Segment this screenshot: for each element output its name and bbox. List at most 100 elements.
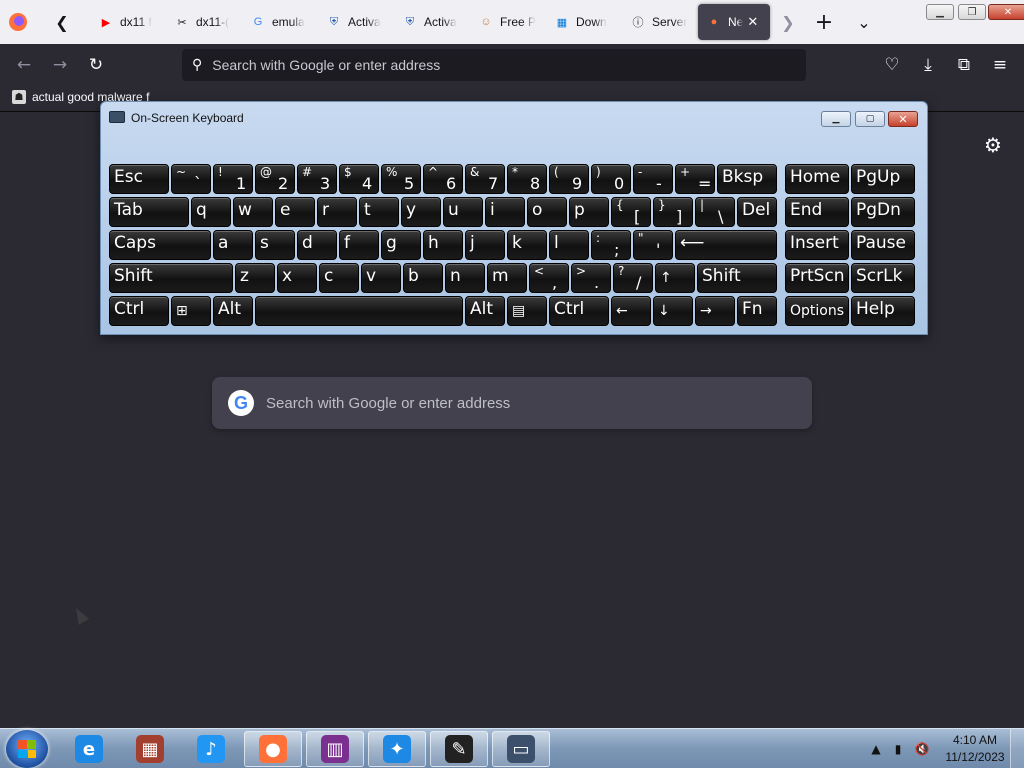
- downloads-icon[interactable]: ⤓: [914, 51, 942, 79]
- address-bar[interactable]: ⚲ Search with Google or enter address: [182, 49, 806, 81]
- browser-tab[interactable]: ● Ne ✕: [698, 4, 770, 40]
- key-8[interactable]: * 8: [507, 164, 547, 194]
- key-i[interactable]: i: [485, 197, 525, 227]
- restore-button[interactable]: ❐: [958, 4, 986, 20]
- browser-tab[interactable]: ⛨ Activa: [318, 4, 394, 40]
- key-pause[interactable]: Pause: [851, 230, 915, 260]
- browser-tab[interactable]: ⓘ Server: [622, 4, 698, 40]
- taskbar-media-library[interactable]: ▦: [121, 731, 179, 767]
- key-b[interactable]: b: [403, 263, 443, 293]
- list-all-tabs-icon[interactable]: ⌄: [850, 8, 878, 36]
- key-l[interactable]: l: [549, 230, 589, 260]
- key-'[interactable]: " ': [633, 230, 673, 260]
- browser-tab[interactable]: ☺ Free P: [470, 4, 546, 40]
- key-z[interactable]: z: [235, 263, 275, 293]
- key-1[interactable]: ! 1: [213, 164, 253, 194]
- key-scrlk[interactable]: ScrLk: [851, 263, 915, 293]
- key-space[interactable]: [255, 296, 463, 326]
- key-pgup[interactable]: PgUp: [851, 164, 915, 194]
- key-↓[interactable]: ↓: [653, 296, 693, 326]
- clock-date[interactable]: 11/12/2023: [940, 750, 1010, 764]
- extensions-icon[interactable]: ⧉: [950, 51, 978, 79]
- show-hidden-icons-icon[interactable]: ▲: [868, 741, 884, 757]
- taskbar-tool-app[interactable]: ✦: [368, 731, 426, 767]
- key-.[interactable]: >.: [571, 263, 611, 293]
- key-pgdn[interactable]: PgDn: [851, 197, 915, 227]
- taskbar-itunes[interactable]: ♪: [182, 731, 240, 767]
- key-2[interactable]: @2: [255, 164, 295, 194]
- browser-tab[interactable]: ▶ dx11 f: [90, 4, 166, 40]
- key-r[interactable]: r: [317, 197, 357, 227]
- key-⊞[interactable]: ⊞: [171, 296, 211, 326]
- key-t[interactable]: t: [359, 197, 399, 227]
- key-→[interactable]: →: [695, 296, 735, 326]
- key-▤[interactable]: ▤: [507, 296, 547, 326]
- key-p[interactable]: p: [569, 197, 609, 227]
- start-button[interactable]: [6, 730, 48, 768]
- gear-icon[interactable]: ⚙: [982, 133, 1004, 157]
- key-[[interactable]: {[: [611, 197, 651, 227]
- osk-maximize-button[interactable]: ▢: [855, 111, 885, 127]
- osk-minimize-button[interactable]: ▁: [821, 111, 851, 127]
- taskbar-internet-explorer[interactable]: e: [60, 731, 118, 767]
- tab-scroll-left-icon[interactable]: ❮: [48, 8, 76, 36]
- key-↑[interactable]: ↑: [655, 263, 695, 293]
- tab-scroll-right-icon[interactable]: ❯: [774, 8, 802, 36]
- key-e[interactable]: e: [275, 197, 315, 227]
- key-←[interactable]: ←: [611, 296, 651, 326]
- key-m[interactable]: m: [487, 263, 527, 293]
- show-desktop-button[interactable]: [1010, 729, 1024, 768]
- key-o[interactable]: o: [527, 197, 567, 227]
- key-v[interactable]: v: [361, 263, 401, 293]
- key-3[interactable]: #3: [297, 164, 337, 194]
- network-icon[interactable]: ▮: [890, 741, 906, 757]
- key-caps[interactable]: Caps: [109, 230, 211, 260]
- key-shift[interactable]: Shift: [697, 263, 777, 293]
- key-s[interactable]: s: [255, 230, 295, 260]
- key-f[interactable]: f: [339, 230, 379, 260]
- browser-tab[interactable]: Gemula: [242, 4, 318, 40]
- key-insert[interactable]: Insert: [785, 230, 849, 260]
- key-help[interactable]: Help: [851, 296, 915, 326]
- key-u[interactable]: u: [443, 197, 483, 227]
- key-fn[interactable]: Fn: [737, 296, 777, 326]
- pocket-icon[interactable]: ♡: [878, 51, 906, 79]
- key--[interactable]: --: [633, 164, 673, 194]
- key-0[interactable]: ) 0: [591, 164, 631, 194]
- key-a[interactable]: a: [213, 230, 253, 260]
- key-⟵[interactable]: ⟵: [675, 230, 777, 260]
- key-\[interactable]: | \: [695, 197, 735, 227]
- key-5[interactable]: % 5: [381, 164, 421, 194]
- key-q[interactable]: q: [191, 197, 231, 227]
- key-g[interactable]: g: [381, 230, 421, 260]
- minimize-button[interactable]: ▁: [926, 4, 954, 20]
- key-shift[interactable]: Shift: [109, 263, 233, 293]
- key-alt[interactable]: Alt: [213, 296, 253, 326]
- key-7[interactable]: & 7: [465, 164, 505, 194]
- key-alt[interactable]: Alt: [465, 296, 505, 326]
- key-x[interactable]: x: [277, 263, 317, 293]
- key-/[interactable]: ? /: [613, 263, 653, 293]
- volume-muted-icon[interactable]: 🔇: [914, 741, 930, 757]
- taskbar-firefox[interactable]: ●: [244, 731, 302, 767]
- key-6[interactable]: ^ 6: [423, 164, 463, 194]
- forward-icon[interactable]: →: [46, 51, 74, 79]
- taskbar-winrar[interactable]: ▥: [306, 731, 364, 767]
- key-`[interactable]: ~ `: [171, 164, 211, 194]
- key-,[interactable]: <,: [529, 263, 569, 293]
- close-tab-icon[interactable]: ✕: [747, 14, 758, 30]
- key-esc[interactable]: Esc: [109, 164, 169, 194]
- key-c[interactable]: c: [319, 263, 359, 293]
- key-9[interactable]: (9: [549, 164, 589, 194]
- key-h[interactable]: h: [423, 230, 463, 260]
- key-tab[interactable]: Tab: [109, 197, 189, 227]
- key-w[interactable]: w: [233, 197, 273, 227]
- key-=[interactable]: + =: [675, 164, 715, 194]
- firefox-icon[interactable]: [8, 12, 28, 32]
- key-home[interactable]: Home: [785, 164, 849, 194]
- key-ctrl[interactable]: Ctrl: [109, 296, 169, 326]
- close-button[interactable]: ✕: [988, 4, 1024, 20]
- browser-tab[interactable]: ⛨ Activa: [394, 4, 470, 40]
- back-icon[interactable]: ←: [10, 51, 38, 79]
- key-options[interactable]: Options: [785, 296, 849, 326]
